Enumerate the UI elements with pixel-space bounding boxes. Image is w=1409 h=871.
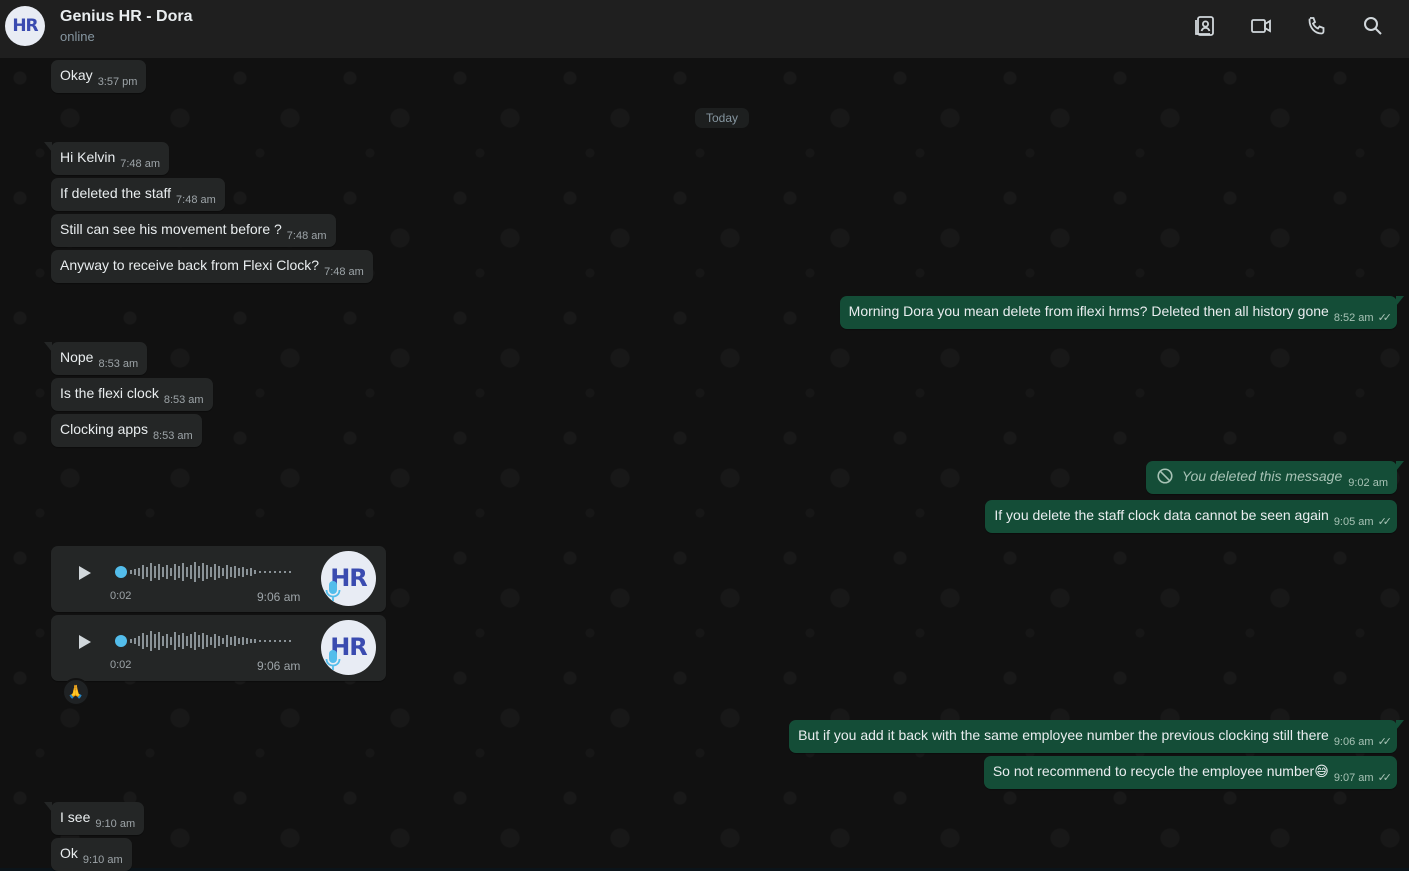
message-time: 9:07 am: [1333, 772, 1374, 784]
message-text: Nope: [60, 349, 94, 365]
deleted-ban-icon: [1156, 467, 1174, 485]
message-time: 3:57 pm: [97, 76, 138, 88]
message-deleted[interactable]: You deleted this message 9:02 am: [1145, 461, 1405, 494]
message-incoming[interactable]: Anyway to receive back from Flexi Clock?…: [51, 250, 373, 283]
message-incoming[interactable]: Ok 9:10 am: [51, 838, 132, 871]
message-incoming[interactable]: I see 9:10 am: [43, 802, 145, 835]
message-incoming[interactable]: Hi Kelvin 7:48 am: [44, 142, 169, 175]
read-ticks-icon: ✓✓: [1377, 736, 1393, 748]
waveform-icon[interactable]: [115, 560, 295, 584]
message-time: 9:10 am: [82, 854, 123, 866]
voice-duration: 0:02: [110, 590, 132, 602]
grinning-sweat-emoji-icon: 😅: [1314, 763, 1329, 779]
play-icon[interactable]: [73, 562, 95, 584]
message-text: Morning Dora you mean delete from iflexi…: [848, 303, 1329, 319]
message-time: 8:53 am: [98, 358, 139, 370]
message-outgoing[interactable]: But if you add it back with the same emp…: [789, 720, 1404, 753]
message-time: 7:48 am: [324, 266, 364, 278]
read-ticks-icon: ✓✓: [1377, 312, 1393, 324]
message-text: You deleted this message: [1181, 468, 1343, 484]
message-time: 8:52 am: [1333, 312, 1374, 324]
voice-message[interactable]: 0:02 9:06 am HR: [51, 546, 386, 612]
message-text: Is the flexi clock: [60, 385, 159, 401]
search-icon[interactable]: [1361, 14, 1385, 38]
message-time: 9:06 am: [1333, 736, 1374, 748]
contact-avatar[interactable]: HR: [5, 6, 45, 46]
message-time: 8:53 am: [152, 430, 193, 442]
message-incoming[interactable]: Clocking apps 8:53 am: [51, 414, 202, 447]
phone-icon[interactable]: [1305, 14, 1329, 38]
voice-message[interactable]: 0:02 9:06 am HR: [51, 615, 386, 681]
message-text: I see: [60, 809, 91, 825]
read-ticks-icon: ✓✓: [1377, 516, 1393, 528]
message-incoming[interactable]: Still can see his movement before ? 7:48 …: [51, 214, 336, 247]
message-time: 9:06 am: [257, 590, 301, 604]
contact-name[interactable]: Genius HR - Dora: [60, 8, 192, 26]
message-time: 9:06 am: [257, 659, 301, 673]
message-text: But if you add it back with the same emp…: [798, 727, 1329, 743]
message-incoming[interactable]: Is the flexi clock 8:53 am: [51, 378, 213, 411]
date-divider: Today: [695, 108, 750, 128]
message-time: 7:48 am: [176, 194, 216, 206]
message-time: 9:02 am: [1348, 477, 1388, 489]
message-text: If deleted the staff: [60, 185, 172, 201]
message-outgoing[interactable]: If you delete the staff clock data canno…: [985, 500, 1397, 533]
microphone-icon: [325, 650, 341, 670]
message-incoming[interactable]: If deleted the staff 7:48 am: [51, 178, 225, 211]
message-time: 9:10 am: [95, 818, 136, 830]
microphone-icon: [325, 581, 341, 601]
message-text: Hi Kelvin: [60, 149, 116, 165]
voice-duration: 0:02: [110, 659, 132, 671]
message-time: 7:48 am: [120, 158, 160, 170]
message-text: Anyway to receive back from Flexi Clock?: [60, 257, 320, 273]
message-text: Ok: [60, 845, 78, 861]
video-call-icon[interactable]: [1249, 14, 1273, 38]
message-text: So not recommend to recycle the employee…: [992, 763, 1315, 779]
message-time: 9:05 am: [1333, 516, 1374, 528]
message-incoming[interactable]: Nope 8:53 am: [43, 342, 148, 375]
avatar-text: HR: [12, 16, 38, 36]
message-incoming[interactable]: Okay 3:57 pm: [51, 60, 147, 93]
play-icon[interactable]: [73, 631, 95, 653]
message-time: 7:48 am: [286, 230, 327, 242]
read-ticks-icon: ✓✓: [1377, 772, 1393, 784]
waveform-icon[interactable]: [115, 629, 295, 653]
contact-card-icon[interactable]: [1193, 14, 1217, 38]
contact-status: online: [60, 29, 95, 44]
reaction-badge[interactable]: 🙏: [62, 678, 90, 706]
message-text: If you delete the staff clock data canno…: [994, 507, 1329, 523]
message-text: Okay: [60, 67, 93, 83]
message-text: Still can see his movement before ?: [60, 221, 282, 237]
message-text: Clocking apps: [60, 421, 148, 437]
chat-header: HR Genius HR - Dora online: [0, 0, 1409, 58]
message-outgoing[interactable]: So not recommend to recycle the employee…: [983, 756, 1397, 789]
message-time: 8:53 am: [163, 394, 204, 406]
message-outgoing[interactable]: Morning Dora you mean delete from iflexi…: [839, 296, 1405, 329]
